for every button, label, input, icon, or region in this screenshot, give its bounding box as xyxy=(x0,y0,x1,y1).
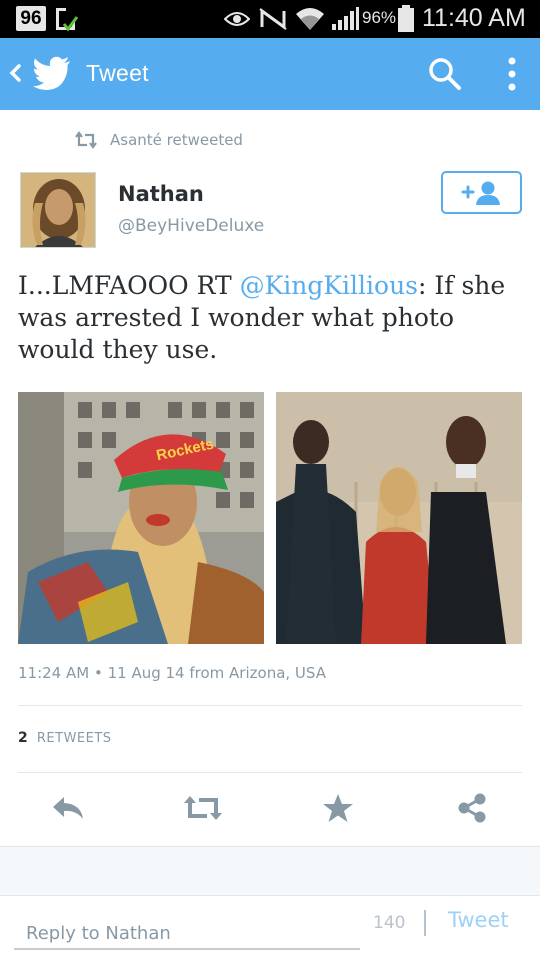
retweet-icon xyxy=(184,796,222,820)
mention-link[interactable]: @KingKillious xyxy=(240,271,418,300)
photo-2-image xyxy=(276,392,522,644)
tweet-submit-button[interactable]: Tweet xyxy=(448,908,509,932)
reply-icon xyxy=(53,797,83,819)
page-title: Tweet xyxy=(86,60,149,86)
battery-icon xyxy=(398,5,414,32)
retweet-count-number: 2 xyxy=(18,730,29,746)
eye-icon xyxy=(224,12,250,26)
reply-button[interactable] xyxy=(48,790,88,826)
tweet-photo-2[interactable] xyxy=(276,392,522,644)
battery-percent: 96% xyxy=(362,8,397,27)
divider xyxy=(18,772,522,773)
share-icon xyxy=(458,793,486,823)
retweet-context: Asanté retweeted xyxy=(74,128,243,152)
character-count: 140 xyxy=(373,913,406,933)
divider xyxy=(18,705,522,706)
download-icon xyxy=(56,8,78,32)
share-button[interactable] xyxy=(452,790,492,826)
tweet-timestamp: 11:24 AM • 11 Aug 14 xyxy=(18,664,185,682)
retweet-count[interactable]: 2 RETWEETS xyxy=(18,730,112,746)
author-name[interactable]: Nathan xyxy=(118,182,204,206)
avatar-image xyxy=(21,173,95,247)
avatar[interactable] xyxy=(20,172,96,248)
wifi-icon xyxy=(296,8,324,30)
back-chevron-icon[interactable] xyxy=(6,58,24,88)
retweet-small-icon xyxy=(75,131,97,149)
signal-icon xyxy=(332,7,359,30)
reply-input[interactable] xyxy=(14,912,360,950)
photo-1-image: Rockets xyxy=(18,392,264,644)
app-header: Tweet xyxy=(0,38,540,110)
status-bar: 96 96% 11:40 AM xyxy=(0,0,540,38)
tweet-meta: 11:24 AM • 11 Aug 14 from Arizona, USA xyxy=(18,664,326,682)
favorite-star-icon xyxy=(323,794,353,822)
retweet-button[interactable] xyxy=(183,790,223,826)
follow-button[interactable] xyxy=(441,171,522,214)
mute-icon xyxy=(259,8,287,30)
spacer-band xyxy=(0,847,540,895)
twitter-bird-icon[interactable] xyxy=(32,56,72,92)
tweet-text-prefix: I...LMFAOOO RT xyxy=(18,271,240,300)
add-user-icon xyxy=(461,181,500,205)
reply-separator xyxy=(424,910,426,936)
author-handle[interactable]: @BeyHiveDeluxe xyxy=(118,216,264,236)
favorite-button[interactable] xyxy=(318,790,358,826)
tweet-photo-1[interactable]: Rockets xyxy=(18,392,264,644)
notification-badge: 96 xyxy=(16,6,46,31)
tweet-text: I...LMFAOOO RT @KingKillious: If she was… xyxy=(18,270,522,366)
overflow-menu-icon[interactable] xyxy=(502,56,522,92)
retweet-count-label: RETWEETS xyxy=(36,731,112,746)
divider xyxy=(0,895,540,896)
search-icon[interactable] xyxy=(427,56,463,92)
retweet-context-label: Asanté retweeted xyxy=(110,131,243,149)
tweet-location[interactable]: from Arizona, USA xyxy=(189,664,326,682)
clock: 11:40 AM xyxy=(422,4,526,32)
